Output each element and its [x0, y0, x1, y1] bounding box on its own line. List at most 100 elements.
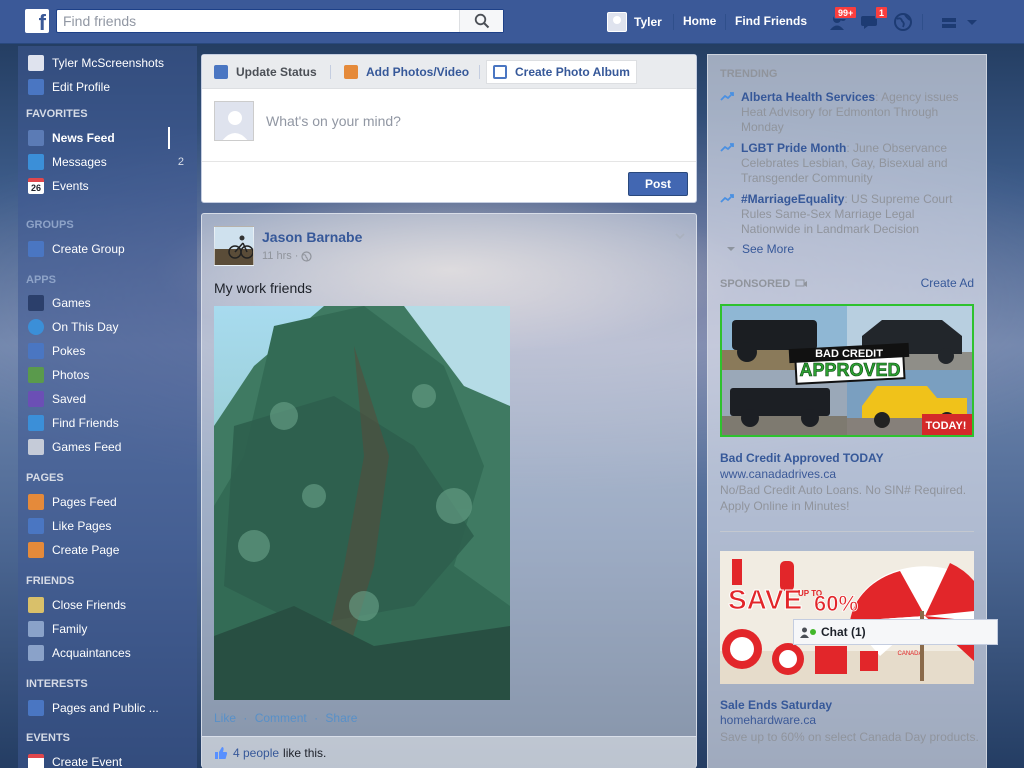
trending-item[interactable]: #MarriageEquality: US Supreme Court Rule…	[720, 192, 970, 237]
megaphone-icon	[28, 494, 44, 510]
story-actions: Like · Comment · Share	[214, 711, 361, 725]
sidebar-item-label: Pokes	[52, 344, 86, 358]
nav-user-name: Tyler	[634, 15, 662, 29]
create-event-icon	[28, 754, 44, 768]
sidebar-item-news-feed[interactable]: News Feed	[28, 128, 188, 148]
story-meta: 11 hrs ·	[262, 250, 313, 262]
tab-update-status[interactable]: Update Status	[208, 60, 323, 84]
ad-image-canadadrives[interactable]: BAD CREDIT APPROVED TODAY!	[720, 304, 974, 437]
see-more-link[interactable]: See More	[726, 242, 794, 256]
trending-topic[interactable]: LGBT Pride Month	[741, 141, 846, 155]
ad-divider	[720, 531, 974, 532]
trending-topic[interactable]: #MarriageEquality	[741, 192, 844, 206]
sidebar-item-label: Games	[52, 296, 91, 310]
sidebar-item-events[interactable]: 26 Events	[28, 176, 188, 196]
messages-count: 2	[177, 156, 184, 168]
chat-tab[interactable]: Chat (1)	[793, 619, 998, 645]
ad-banner-save: SAVE	[728, 584, 802, 615]
sidebar-item-pages-and-public[interactable]: Pages and Public ...	[28, 698, 188, 718]
sidebar-item-label: Edit Profile	[52, 80, 111, 94]
ad-url-link[interactable]: www.canadadrives.ca	[720, 467, 836, 481]
sidebar-item-create-page[interactable]: Create Page	[28, 540, 188, 560]
sidebar-item-family[interactable]: Family	[28, 619, 188, 639]
sidebar-item-saved[interactable]: Saved	[28, 389, 188, 409]
trending-item[interactable]: LGBT Pride Month: June Observance Celebr…	[720, 141, 970, 186]
sidebar-item-label: Tyler McScreenshots	[52, 56, 165, 70]
ad-url-link[interactable]: homehardware.ca	[720, 713, 816, 727]
sidebar-item-like-pages[interactable]: Like Pages	[28, 516, 188, 536]
globe-icon	[894, 13, 912, 31]
share-button[interactable]: Share	[325, 711, 357, 725]
sidebar-item-games[interactable]: Games	[28, 293, 188, 313]
ad-title-link[interactable]: Sale Ends Saturday	[720, 698, 832, 712]
story-timestamp[interactable]: 11 hrs	[262, 250, 292, 262]
sidebar-item-label: Messages	[52, 155, 107, 169]
tab-create-photo-album[interactable]: Create Photo Album	[486, 60, 637, 84]
story-author-link[interactable]: Jason Barnabe	[262, 229, 362, 245]
nav-divider	[922, 14, 923, 30]
post-button[interactable]: Post	[628, 172, 688, 196]
story-options-button[interactable]	[674, 230, 686, 242]
avatar	[214, 101, 254, 141]
sidebar-item-messages[interactable]: Messages 2	[28, 152, 188, 172]
interests-list-icon	[28, 700, 44, 716]
ad-choices-icon[interactable]	[795, 279, 808, 290]
sidebar-item-close-friends[interactable]: Close Friends	[28, 595, 188, 615]
sidebar-item-edit-profile[interactable]: Edit Profile	[28, 77, 188, 97]
sidebar-item-label: Pages and Public ...	[52, 701, 159, 715]
news-feed-active-indicator	[168, 127, 170, 149]
search-input[interactable]	[57, 10, 457, 32]
top-bar: f Tyler Home Find Friends 99+ 1	[0, 0, 1024, 44]
search-button[interactable]	[459, 10, 503, 32]
sidebar-item-create-group[interactable]: Create Group	[28, 239, 188, 259]
sidebar-item-find-friends[interactable]: Find Friends	[28, 413, 188, 433]
privacy-shortcuts-button[interactable]	[938, 11, 960, 33]
public-globe-icon[interactable]	[301, 250, 313, 262]
facebook-logo-icon[interactable]: f	[25, 9, 49, 33]
sidebar-item-label: On This Day	[52, 320, 119, 334]
notifications-button[interactable]	[892, 11, 914, 33]
story-photo[interactable]	[214, 306, 510, 700]
sidebar-item-pokes[interactable]: Pokes	[28, 341, 188, 361]
trending-arrow-icon	[720, 92, 734, 101]
sidebar-item-pages-feed[interactable]: Pages Feed	[28, 492, 188, 512]
clock-history-icon	[28, 319, 44, 335]
likes-count-link[interactable]: 4 people	[233, 746, 279, 760]
privacy-shortcuts-icon	[942, 18, 956, 28]
tab-add-photos[interactable]: Add Photos/Video	[338, 60, 475, 84]
meta-separator: ·	[294, 250, 299, 262]
sidebar-item-on-this-day[interactable]: On This Day	[28, 317, 188, 337]
messages-icon	[28, 154, 44, 170]
sidebar-item-games-feed[interactable]: Games Feed	[28, 437, 188, 457]
nav-profile-link[interactable]: Tyler	[607, 11, 662, 33]
nav-home-link[interactable]: Home	[683, 14, 716, 28]
chevron-down-icon	[727, 247, 735, 251]
album-icon	[493, 65, 507, 79]
ad-image-homehardware[interactable]: CANADA SAVE UP TO 60%	[720, 551, 974, 684]
sidebar-item-photos[interactable]: Photos	[28, 365, 188, 385]
tab-label: Update Status	[236, 65, 317, 79]
trending-arrow-icon	[720, 143, 734, 152]
nav-divider	[725, 14, 726, 30]
account-menu-button[interactable]	[965, 11, 979, 33]
messages-button[interactable]: 1	[860, 6, 889, 33]
ad-banner-approved: APPROVED	[799, 360, 900, 380]
trending-item[interactable]: Alberta Health Services: Agency issues H…	[720, 90, 970, 135]
friend-requests-button[interactable]: 99+	[828, 6, 858, 33]
status-input[interactable]	[266, 113, 666, 129]
sidebar-item-create-event[interactable]: Create Event	[28, 752, 188, 768]
sidebar-item-profile[interactable]: Tyler McScreenshots	[28, 53, 188, 73]
likes-suffix: like this.	[283, 746, 327, 760]
nav-find-friends-link[interactable]: Find Friends	[735, 14, 807, 28]
like-button[interactable]: Like	[214, 711, 236, 725]
thumbs-up-icon	[28, 518, 44, 534]
comment-button[interactable]: Comment	[255, 711, 307, 725]
sidebar-item-acquaintances[interactable]: Acquaintances	[28, 643, 188, 663]
avatar[interactable]	[214, 226, 254, 266]
sidebar-section-pages: PAGES	[26, 472, 64, 484]
trending-topic[interactable]: Alberta Health Services	[741, 90, 875, 104]
create-ad-link[interactable]: Create Ad	[921, 276, 974, 290]
tab-label: Add Photos/Video	[366, 65, 470, 79]
ad-title-link[interactable]: Bad Credit Approved TODAY	[720, 451, 884, 465]
calendar-icon: 26	[28, 178, 44, 194]
